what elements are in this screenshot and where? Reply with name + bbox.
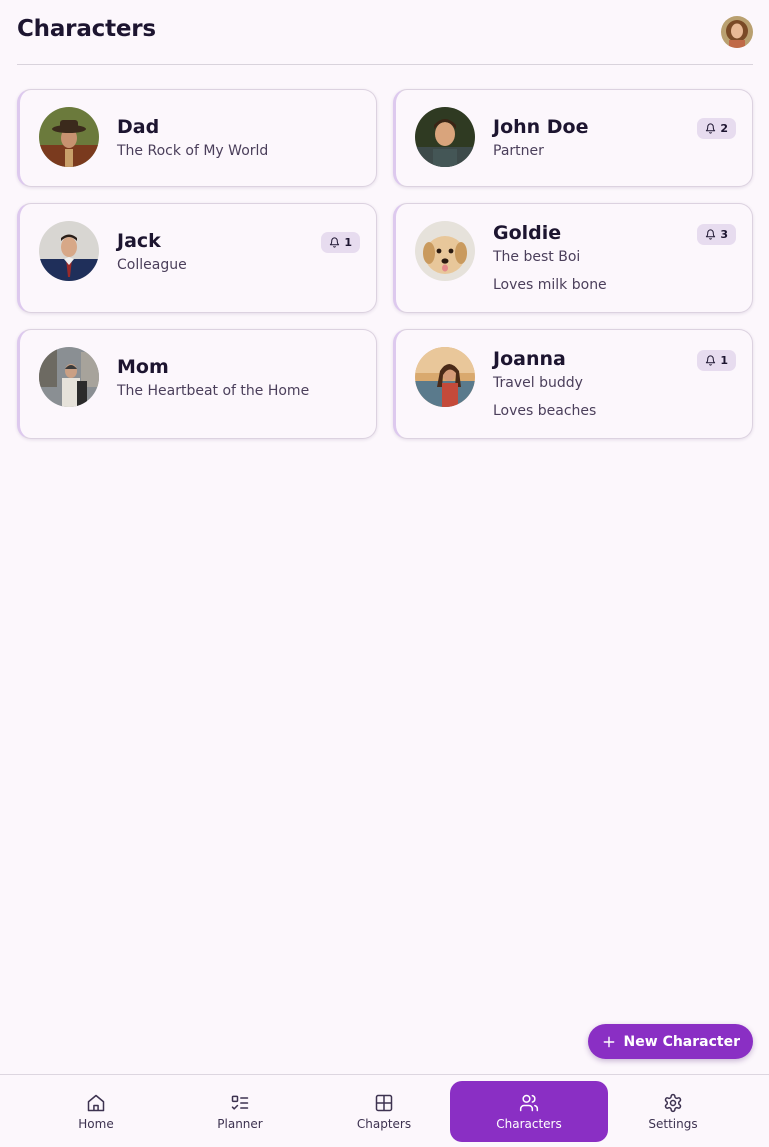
nav-settings[interactable]: Settings (594, 1081, 752, 1142)
character-name: Goldie (493, 222, 562, 244)
planner-icon (231, 1095, 249, 1110)
notification-count: 1 (720, 354, 728, 367)
new-character-button[interactable]: New Character (587, 1024, 753, 1059)
character-name: John Doe (493, 116, 589, 138)
nav-chapters-label: Chapters (356, 1116, 412, 1131)
bell-icon (706, 355, 716, 366)
app-header: Characters (17, 0, 753, 65)
bottom-navigation: Home Planner Chapters Characters Setting… (0, 1074, 769, 1147)
nav-planner[interactable]: Planner (161, 1081, 319, 1142)
notification-count: 2 (720, 122, 728, 135)
notification-badge[interactable]: 2 (697, 118, 736, 139)
character-info: Jack Colleague (117, 221, 187, 274)
character-info: Mom The Heartbeat of the Home (117, 347, 309, 400)
home-icon (87, 1094, 105, 1111)
character-role: Partner (493, 143, 544, 159)
avatar (415, 107, 475, 167)
character-card-mom[interactable]: Mom The Heartbeat of the Home (17, 329, 377, 439)
character-role: The Heartbeat of the Home (117, 383, 310, 399)
character-card-joanna[interactable]: Joanna Travel buddy Loves beaches 1 (393, 329, 753, 439)
character-info: Goldie The best Boi Loves milk bone (493, 221, 607, 294)
avatar (415, 221, 475, 281)
character-role: Colleague (117, 257, 187, 273)
character-note: Loves milk bone (493, 277, 607, 293)
nav-characters[interactable]: Characters (450, 1081, 608, 1142)
nav-settings-label: Settings (648, 1116, 698, 1131)
bell-icon (706, 229, 716, 240)
notification-badge[interactable]: 3 (697, 224, 736, 245)
character-role: The best Boi (493, 249, 581, 265)
avatar (39, 221, 99, 281)
grid-icon (375, 1094, 393, 1111)
character-name: Mom (117, 356, 169, 378)
character-info: Dad The Rock of My World (117, 107, 268, 160)
page-title: Characters (17, 16, 156, 42)
nav-home-label: Home (78, 1116, 114, 1131)
nav-planner-label: Planner (217, 1116, 263, 1131)
character-role: The Rock of My World (117, 143, 269, 159)
gear-icon (664, 1093, 682, 1112)
nav-characters-label: Characters (496, 1116, 562, 1131)
character-info: Joanna Travel buddy Loves beaches (493, 347, 596, 420)
character-card-john-doe[interactable]: John Doe Partner 2 (393, 89, 753, 187)
notification-count: 1 (344, 236, 352, 249)
character-info: John Doe Partner (493, 107, 589, 160)
character-note: Loves beaches (493, 403, 597, 419)
character-card-dad[interactable]: Dad The Rock of My World (17, 89, 377, 187)
nav-home[interactable]: Home (17, 1081, 175, 1142)
users-icon (519, 1094, 539, 1111)
character-card-jack[interactable]: Jack Colleague 1 (17, 203, 377, 313)
notification-badge[interactable]: 1 (697, 350, 736, 371)
character-name: Joanna (493, 348, 566, 370)
character-card-goldie[interactable]: Goldie The best Boi Loves milk bone 3 (393, 203, 753, 313)
character-name: Dad (117, 116, 160, 138)
bell-icon (706, 123, 716, 134)
character-name: Jack (117, 230, 161, 252)
character-grid: Dad The Rock of My World John Doe Partne… (17, 89, 753, 439)
notification-badge[interactable]: 1 (321, 232, 360, 253)
character-role: Travel buddy (493, 375, 583, 391)
characters-page: Characters Dad The Rock of My World John… (0, 0, 769, 1147)
avatar (415, 347, 475, 407)
bell-icon (330, 237, 340, 248)
avatar (39, 347, 99, 407)
notification-count: 3 (720, 228, 728, 241)
nav-chapters[interactable]: Chapters (305, 1081, 463, 1142)
plus-icon (603, 1036, 614, 1047)
new-character-label: New Character (623, 1033, 740, 1050)
user-avatar[interactable] (721, 16, 753, 48)
avatar (39, 107, 99, 167)
